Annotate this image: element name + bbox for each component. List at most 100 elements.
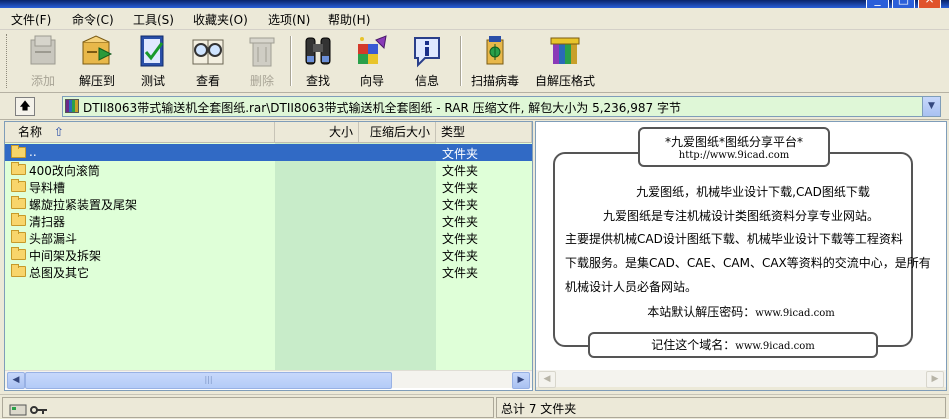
folder-icon <box>11 213 26 226</box>
file-name: 螺旋拉紧装置及尾架 <box>29 198 138 212</box>
file-row[interactable]: 清扫器 文件夹 <box>5 212 532 229</box>
folder-icon <box>11 247 26 260</box>
folder-icon <box>11 264 26 277</box>
sort-ascending-icon: ⇧ <box>53 125 64 139</box>
comment-line-5: 机械设计人员必备网站。 <box>565 280 698 294</box>
folder-icon <box>11 196 26 209</box>
menu-tools[interactable]: 工具(S) <box>133 11 174 28</box>
sfx-icon <box>550 37 580 64</box>
file-list-horizontal-scrollbar[interactable]: ◀ ||| ▶ <box>5 370 532 389</box>
file-type: 文件夹 <box>442 232 479 246</box>
add-icon <box>30 35 56 65</box>
chevron-right-icon: ▶ <box>931 374 939 384</box>
file-name: 中间架及拆架 <box>29 249 102 263</box>
comment-line-4: 下载服务。是集CAD、CAE、CAM、CAX等资料的交流中心，是所有 <box>565 256 931 270</box>
status-total: 总计 7 文件夹 <box>501 402 577 416</box>
virus-scan-icon <box>486 36 504 65</box>
file-row[interactable]: 总图及其它 文件夹 <box>5 263 532 280</box>
file-type: 文件夹 <box>442 181 479 195</box>
column-header-size[interactable]: 大小 <box>275 122 359 142</box>
comment-scroll-left-button[interactable]: ◀ <box>538 371 556 388</box>
column-header-type[interactable]: 类型 <box>436 122 532 142</box>
path-dropdown-button[interactable]: ▼ <box>922 96 941 117</box>
comment-line-1: 九爱图纸，机械毕业设计下载,CAD图纸下载 <box>636 185 870 199</box>
chevron-down-icon: ▼ <box>928 101 935 111</box>
scan-virus-label: 扫描病毒 <box>470 74 519 88</box>
file-list[interactable]: 名称 ⇧ 大小 压缩后大小 类型 .. 文件夹 400改向滚筒 文件夹 导料槽 … <box>4 121 533 391</box>
folder-up-icon <box>11 145 26 158</box>
comment-area: *九爱图纸*图纸分享平台* http://www.9icad.com 九爱图纸，… <box>536 122 946 370</box>
close-button[interactable]: × <box>918 0 941 8</box>
info-label: 信息 <box>414 74 439 88</box>
file-name: 总图及其它 <box>29 266 90 280</box>
menu-commands[interactable]: 命令(C) <box>72 11 114 28</box>
scroll-thumb[interactable]: ||| <box>25 372 392 389</box>
sfx-button[interactable]: 自解压格式 <box>535 32 595 90</box>
chevron-right-icon: ▶ <box>517 375 525 385</box>
remember-value: www.9icad.com <box>735 341 815 352</box>
status-bar: 总计 7 文件夹 <box>0 394 949 419</box>
minimize-button[interactable]: _ <box>866 0 889 8</box>
wizard-icon <box>358 35 387 64</box>
status-left-panel <box>2 397 494 418</box>
scroll-left-button[interactable]: ◀ <box>7 372 25 389</box>
find-icon <box>305 37 331 65</box>
address-bar: 🡅 DTII8063带式输送机全套图纸.rar\DTII8063带式输送机全套图… <box>0 93 949 120</box>
file-type: 文件夹 <box>442 164 479 178</box>
file-name: 400改向滚筒 <box>29 164 100 178</box>
up-one-level-button[interactable]: 🡅 <box>15 97 35 116</box>
column-header-row: 名称 ⇧ 大小 压缩后大小 类型 <box>5 122 532 143</box>
extract-icon <box>82 35 113 65</box>
folder-icon <box>11 230 26 243</box>
maximize-button[interactable]: □ <box>892 0 915 8</box>
comment-line-2: 九爱图纸是专注机械设计类图纸资料分享专业网站。 <box>602 209 879 223</box>
menu-options[interactable]: 选项(N) <box>268 11 310 28</box>
file-row-parent[interactable]: .. 文件夹 <box>5 144 532 161</box>
rar-archive-icon <box>65 99 79 113</box>
comment-scroll-right-button[interactable]: ▶ <box>926 371 944 388</box>
chevron-left-icon: ◀ <box>12 375 20 385</box>
sfx-label: 自解压格式 <box>534 74 595 88</box>
info-button[interactable]: 信息 <box>398 32 456 90</box>
drive-key-icon[interactable] <box>9 402 49 417</box>
file-row[interactable]: 头部漏斗 文件夹 <box>5 229 532 246</box>
menu-help[interactable]: 帮助(H) <box>328 11 370 28</box>
up-arrow-icon: 🡅 <box>19 99 31 112</box>
scan-virus-button[interactable]: 扫描病毒 <box>466 32 524 90</box>
menu-favorites[interactable]: 收藏夹(O) <box>193 11 248 28</box>
banner-title: *九爱图纸*图纸分享平台* <box>664 135 803 149</box>
file-name: 导料槽 <box>29 181 66 195</box>
file-row[interactable]: 螺旋拉紧装置及尾架 文件夹 <box>5 195 532 212</box>
menu-bar: 文件(F) 命令(C) 工具(S) 收藏夹(O) 选项(N) 帮助(H) <box>0 8 949 30</box>
password-label: 本站默认解压密码： <box>647 305 756 319</box>
file-type: 文件夹 <box>442 147 479 161</box>
column-header-packed[interactable]: 压缩后大小 <box>359 122 436 142</box>
file-type: 文件夹 <box>442 215 479 229</box>
path-text: DTII8063带式输送机全套图纸.rar\DTII8063带式输送机全套图纸 … <box>83 101 681 115</box>
archive-comment-pane: *九爱图纸*图纸分享平台* http://www.9icad.com 九爱图纸，… <box>535 121 947 391</box>
file-type: 文件夹 <box>442 249 479 263</box>
delete-icon <box>249 37 275 67</box>
column-packed-label: 压缩后大小 <box>369 125 430 139</box>
column-header-name[interactable]: 名称 ⇧ <box>5 122 275 142</box>
scroll-right-button[interactable]: ▶ <box>512 372 530 389</box>
file-row[interactable]: 中间架及拆架 文件夹 <box>5 246 532 263</box>
file-name: 清扫器 <box>29 215 66 229</box>
folder-icon <box>11 179 26 192</box>
menu-file[interactable]: 文件(F) <box>11 11 51 28</box>
status-right-panel: 总计 7 文件夹 <box>496 397 946 418</box>
path-field[interactable]: DTII8063带式输送机全套图纸.rar\DTII8063带式输送机全套图纸 … <box>62 96 924 117</box>
file-row[interactable]: 400改向滚筒 文件夹 <box>5 161 532 178</box>
info-icon <box>414 37 440 68</box>
comment-horizontal-scrollbar[interactable]: ◀ ▶ <box>536 370 946 388</box>
folder-icon <box>11 162 26 175</box>
grip-icon: ||| <box>204 375 213 384</box>
chevron-left-icon: ◀ <box>543 374 551 384</box>
comment-password-line: 本站默认解压密码：www.9icad.com <box>536 303 946 320</box>
column-type-label: 类型 <box>441 125 466 139</box>
toolbar: 添加 解压到 测试 查看 删除 查找 向导 信息 扫描病毒 自解压格式 <box>0 30 949 93</box>
file-row[interactable]: 导料槽 文件夹 <box>5 178 532 195</box>
file-name: .. <box>29 145 37 159</box>
column-size-label: 大小 <box>328 125 353 139</box>
comment-banner: *九爱图纸*图纸分享平台* http://www.9icad.com <box>638 127 830 167</box>
